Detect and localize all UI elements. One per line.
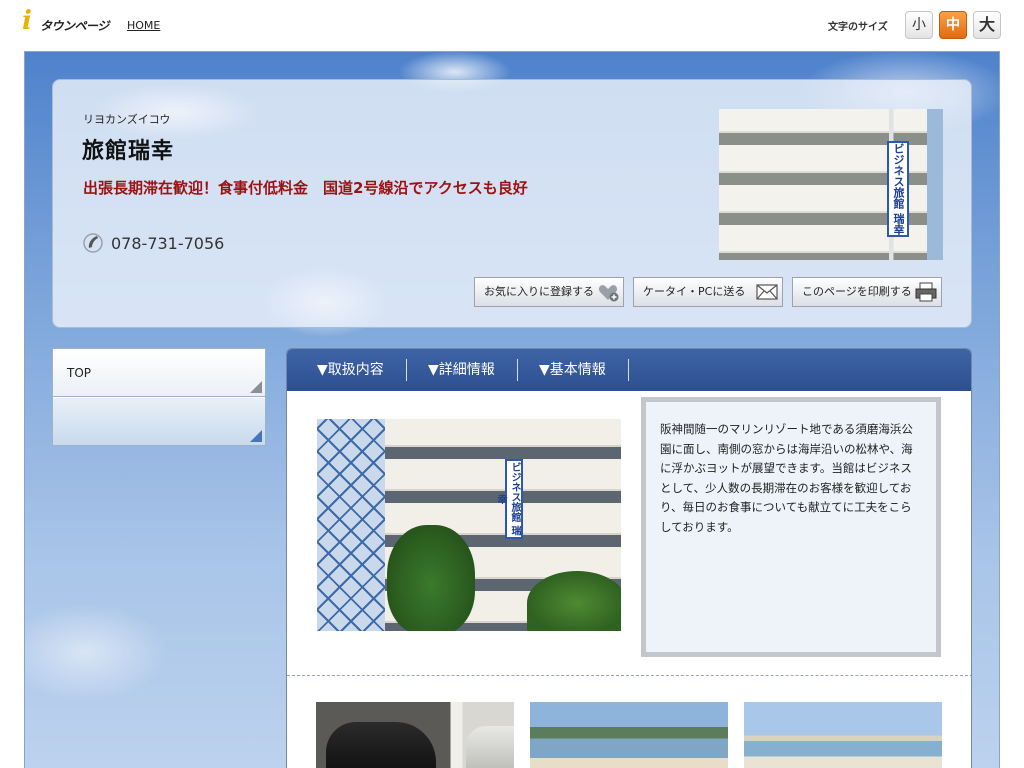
font-size-large-button[interactable]: 大 (973, 11, 1001, 39)
sidenav-item-top-label: TOP (67, 366, 92, 380)
content-tab-bar: ▼取扱内容 ▼詳細情報 ▼基本情報 (287, 349, 971, 391)
corner-arrow-icon (250, 430, 262, 442)
shop-name-kana: リヨカンズイコウ (83, 113, 171, 126)
phone-handset-icon (83, 233, 103, 253)
send-to-mobile-button[interactable]: ケータイ・PCに送る (633, 277, 783, 307)
description-text: 阪神間随一のマリンリゾート地である須磨海浜公園に面し、南側の窓からは海岸沿いの松… (660, 422, 913, 534)
photo-tree (387, 525, 475, 631)
envelope-icon (756, 284, 778, 300)
font-size-medium-button[interactable]: 中 (939, 11, 967, 39)
phone-number[interactable]: 078-731-7056 (111, 234, 224, 253)
photo-sign: ビジネス旅館 瑞幸 (495, 459, 523, 539)
font-size-small-button[interactable]: 小 (905, 11, 933, 39)
print-page-label: このページを印刷する (802, 285, 912, 298)
thumbnail-beach[interactable] (530, 702, 728, 768)
print-page-button[interactable]: このページを印刷する (792, 277, 942, 307)
section-divider (287, 675, 971, 676)
tab-divider (628, 359, 629, 381)
corner-arrow-icon (250, 381, 262, 393)
main-content-panel: ▼取扱内容 ▼詳細情報 ▼基本情報 ビジネス旅館 瑞幸 阪神間随一のマリンリゾー… (286, 348, 972, 768)
thumbnail-car-light (466, 726, 514, 768)
catch-copy: 出張長期滞在歓迎！食事付低料金 国道2号線沿でアクセスも良好 (83, 179, 528, 197)
add-favorite-label: お気に入りに登録する (484, 285, 594, 298)
add-favorite-button[interactable]: お気に入りに登録する (474, 277, 624, 307)
thumbnail-car-dark (326, 722, 436, 768)
sidenav-item-blank[interactable] (53, 398, 265, 445)
side-navigation: TOP (52, 348, 266, 446)
townpage-logo[interactable]: i タウンページ (22, 8, 114, 36)
tab-products[interactable]: ▼取扱内容 (317, 349, 384, 391)
heart-plus-icon (598, 285, 619, 302)
tab-divider (406, 359, 407, 381)
tab-basic-info[interactable]: ▼基本情報 (539, 349, 606, 391)
shop-header-card: リヨカンズイコウ 旅館瑞幸 出張長期滞在歓迎！食事付低料金 国道2号線沿でアクセ… (52, 79, 972, 328)
tab-details[interactable]: ▼詳細情報 (428, 349, 495, 391)
logo-i-icon: i (22, 6, 32, 36)
thumbnail-parking[interactable] (316, 702, 514, 768)
thumbnail-seaside[interactable] (744, 702, 942, 768)
building-photo: ビジネス旅館 瑞幸 (719, 109, 943, 260)
home-link[interactable]: HOME (127, 19, 160, 32)
font-size-label: 文字のサイズ (828, 22, 888, 33)
photo-scaffold (317, 419, 385, 631)
main-building-photo: ビジネス旅館 瑞幸 (317, 419, 621, 631)
top-bar: i タウンページ HOME 文字のサイズ 小 中 大 (0, 0, 1024, 50)
printer-icon (915, 282, 937, 302)
sidenav-item-top[interactable]: TOP (53, 349, 265, 397)
photo-sky (927, 109, 943, 260)
logo-text: タウンページ (40, 19, 109, 33)
tab-divider (517, 359, 518, 381)
description-box: 阪神間随一のマリンリゾート地である須磨海浜公園に面し、南側の窓からは海岸沿いの松… (641, 397, 941, 657)
send-to-mobile-label: ケータイ・PCに送る (643, 285, 746, 298)
shop-name: 旅館瑞幸 (82, 139, 175, 164)
photo-bush (527, 571, 621, 631)
photo-sign: ビジネス旅館 瑞幸 (887, 141, 909, 237)
